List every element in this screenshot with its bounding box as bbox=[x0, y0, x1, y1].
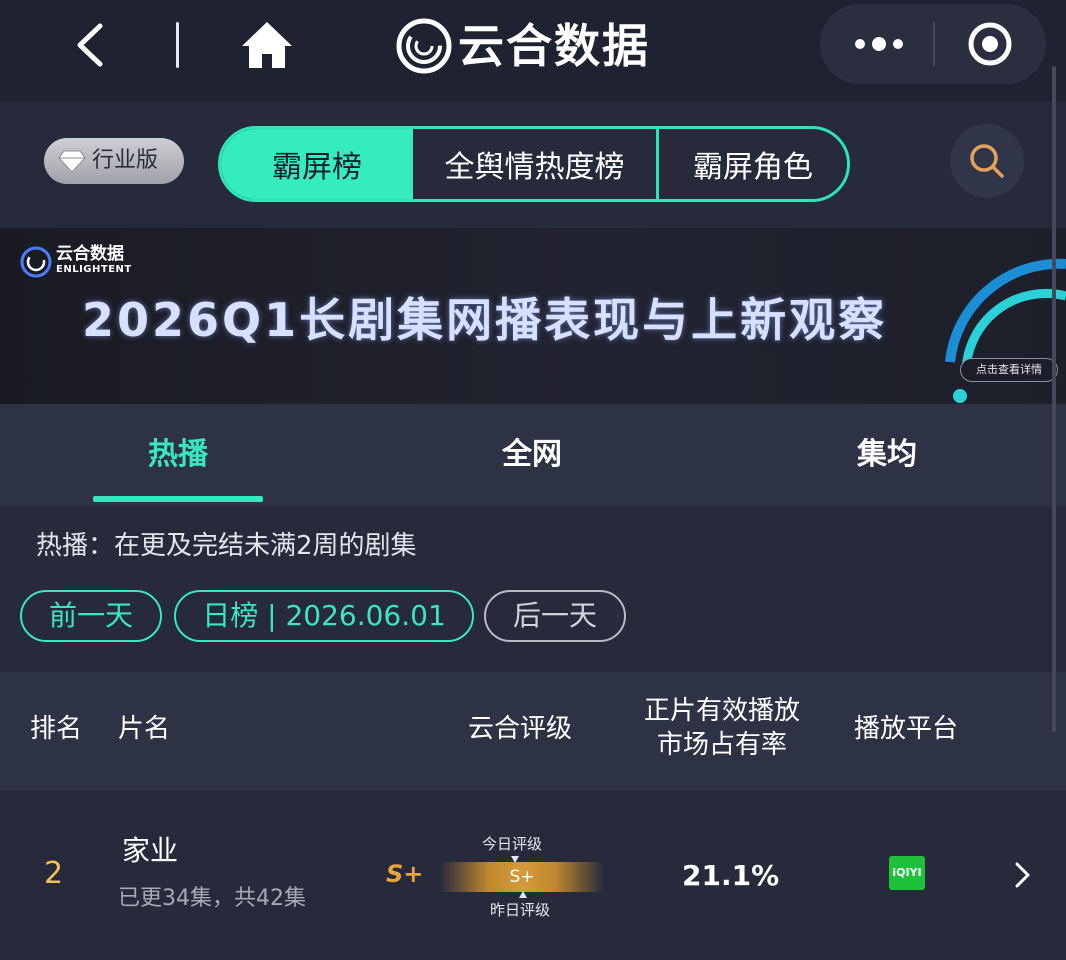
search-button[interactable] bbox=[950, 124, 1024, 198]
row-market-share: 21.1% bbox=[682, 859, 780, 892]
capsule-divider bbox=[933, 22, 935, 66]
banner-brand-en: ENLIGHTENT bbox=[56, 264, 132, 275]
row-show-title: 家业 bbox=[122, 834, 179, 867]
app-logo-icon bbox=[396, 18, 452, 74]
header-grade: 云合评级 bbox=[468, 714, 573, 744]
header-market-share: 正片有效播放市场占有率 bbox=[643, 696, 800, 760]
industry-edition-label: 行业版 bbox=[92, 148, 159, 173]
prev-day-button[interactable]: 前一天 bbox=[20, 590, 162, 642]
list-tabs: 热播 全网 集均 bbox=[0, 404, 1066, 506]
more-icon[interactable] bbox=[850, 26, 908, 62]
date-picker-button[interactable]: 日榜 | 2026.06.01 bbox=[174, 590, 474, 642]
close-circle-icon[interactable] bbox=[966, 20, 1014, 68]
segment-dominance-list[interactable]: 霸屏榜 bbox=[221, 129, 413, 199]
tab-all-network[interactable]: 全网 bbox=[447, 434, 617, 476]
header-rank: 排名 bbox=[30, 714, 83, 744]
row-episode-progress: 已更34集，共42集 bbox=[118, 886, 306, 911]
diamond-icon bbox=[58, 150, 86, 173]
promo-banner[interactable]: 云合数据 ENLIGHTENT 2026Q1长剧集网播表现与上新观察 点击查看详… bbox=[0, 228, 1066, 404]
ranking-type-segmented-control: 霸屏榜 全舆情热度榜 霸屏角色 bbox=[218, 126, 850, 202]
list-description: 热播：在更及完结未满2周的剧集 bbox=[36, 531, 417, 561]
filter-row: 行业版 霸屏榜 全舆情热度榜 霸屏角色 bbox=[0, 102, 1066, 228]
nav-divider bbox=[176, 22, 179, 68]
header-platform: 播放平台 bbox=[854, 714, 959, 744]
today-grade-label: 今日评级 bbox=[482, 835, 543, 853]
grade-scale-bar: S+ bbox=[440, 862, 604, 892]
yesterday-grade-marker bbox=[519, 891, 527, 898]
banner-title: 2026Q1长剧集网播表现与上新观察 bbox=[82, 293, 888, 347]
home-icon[interactable] bbox=[240, 20, 294, 70]
mini-program-capsule bbox=[820, 4, 1046, 84]
active-tab-indicator bbox=[93, 496, 263, 502]
table-row[interactable]: 2 家业 已更34集，共42集 S+ 今日评级 S+ 昨日评级 21.1% iQ… bbox=[0, 788, 1066, 960]
banner-logo-icon bbox=[20, 246, 52, 278]
row-rank: 2 bbox=[44, 856, 64, 891]
top-nav-bar: 云合数据 bbox=[0, 0, 1066, 102]
segment-public-opinion-list[interactable]: 全舆情热度榜 bbox=[413, 129, 659, 199]
segment-dominant-roles[interactable]: 霸屏角色 bbox=[659, 129, 847, 199]
scrollbar[interactable] bbox=[1052, 66, 1056, 732]
chevron-right-icon[interactable] bbox=[1012, 860, 1034, 890]
industry-edition-badge[interactable]: 行业版 bbox=[44, 138, 184, 184]
next-day-button[interactable]: 后一天 bbox=[484, 590, 626, 642]
search-icon bbox=[970, 144, 1004, 178]
app-title: 云合数据 bbox=[458, 19, 650, 73]
list-info-area: 热播：在更及完结未满2周的剧集 前一天 日榜 | 2026.06.01 后一天 bbox=[0, 506, 1066, 672]
back-icon[interactable] bbox=[70, 22, 110, 68]
platform-iqiyi-logo: iQIYI bbox=[889, 856, 925, 890]
grade-scale-value: S+ bbox=[509, 867, 535, 887]
banner-detail-button[interactable]: 点击查看详情 bbox=[960, 358, 1058, 382]
table-header: 排名 片名 云合评级 正片有效播放市场占有率 播放平台 bbox=[0, 672, 1066, 788]
row-grade: S+ bbox=[386, 860, 424, 888]
header-title: 片名 bbox=[118, 714, 171, 744]
banner-brand-cn: 云合数据 bbox=[56, 244, 124, 264]
tab-episode-average[interactable]: 集均 bbox=[802, 434, 972, 476]
yesterday-grade-label: 昨日评级 bbox=[490, 901, 551, 919]
tab-hot[interactable]: 热播 bbox=[93, 434, 263, 476]
